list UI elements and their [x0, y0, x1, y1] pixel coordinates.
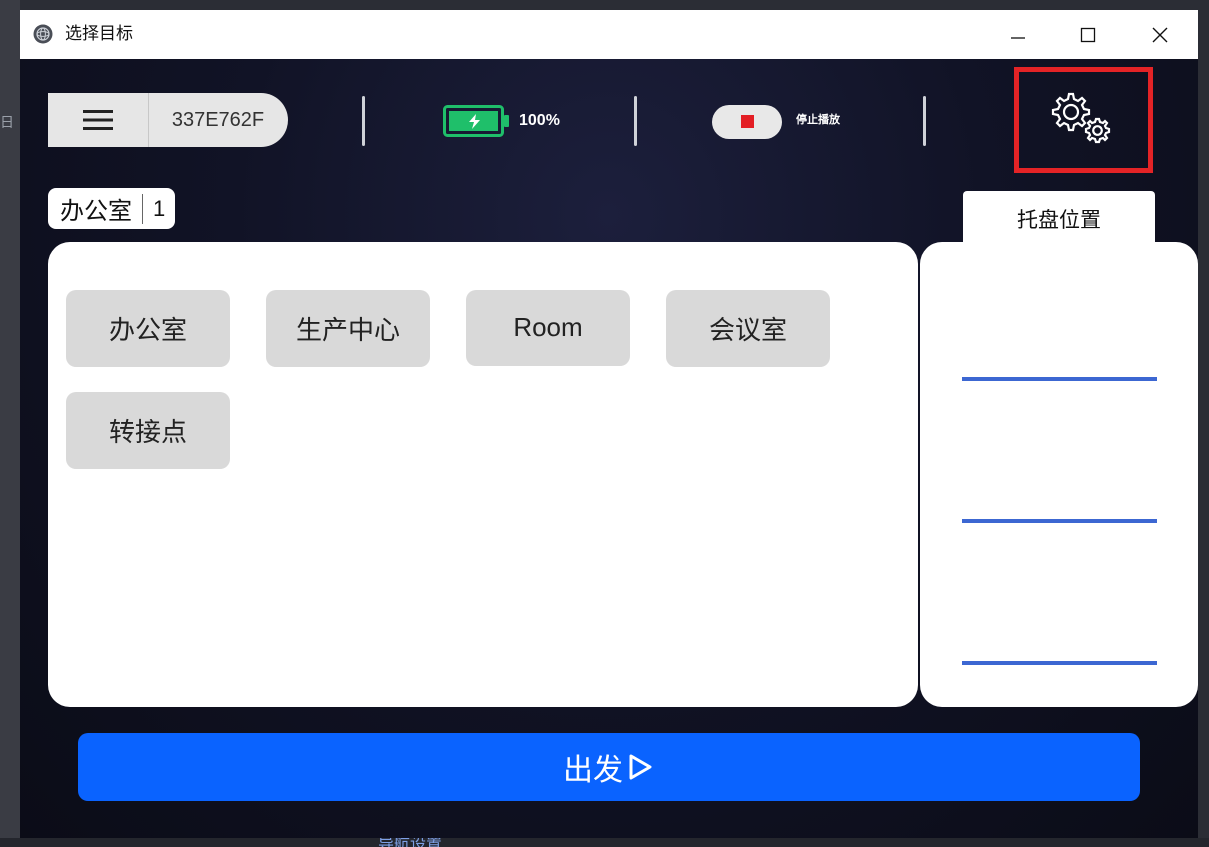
settings-button[interactable] [1014, 67, 1153, 173]
minimize-button[interactable] [986, 10, 1050, 59]
tray-slot-line[interactable] [962, 377, 1157, 381]
divider [634, 96, 637, 146]
target-button-transfer-point[interactable]: 转接点 [66, 392, 230, 469]
menu-button[interactable] [48, 93, 149, 147]
background-app-strip [0, 838, 1209, 847]
current-area-number: 1 [153, 195, 166, 221]
window-title: 选择目标 [65, 24, 133, 44]
tray-slot-line[interactable] [962, 519, 1157, 523]
tray-slot-line[interactable] [962, 661, 1157, 665]
stop-playback-label: 停止播放 [796, 113, 840, 126]
maximize-icon [1080, 27, 1096, 42]
depart-label: 出发 [563, 753, 623, 788]
gears-icon [1051, 92, 1110, 144]
device-id: 337E762F [171, 109, 265, 131]
device-pill: 337E762F [48, 93, 288, 147]
close-button[interactable] [1128, 10, 1192, 59]
main-area: 337E762F 100% 停止播放 办公室 1 办公室 生产中心 Room 会… [20, 59, 1198, 838]
current-area-tag: 办公室 1 [48, 188, 176, 229]
minimize-icon [1011, 36, 1025, 39]
select-target-window: 选择目标 337E762F 100% 停止播放 办公室 1 办公室 生产中心 R… [20, 10, 1198, 838]
tray-position-panel [920, 242, 1198, 707]
stop-icon [741, 115, 754, 128]
maximize-button[interactable] [1056, 10, 1120, 59]
target-button-production-center[interactable]: 生产中心 [266, 290, 430, 367]
battery-percent: 100% [519, 112, 560, 129]
stop-playback-toggle[interactable] [712, 105, 782, 139]
current-area-name: 办公室 [60, 197, 132, 225]
app-icon [33, 24, 53, 44]
battery-icon [443, 105, 509, 137]
play-outline-icon [629, 754, 652, 780]
target-button-office[interactable]: 办公室 [66, 290, 230, 367]
depart-button[interactable]: 出发 [78, 733, 1140, 801]
target-list-panel: 办公室 生产中心 Room 会议室 转接点 [48, 242, 918, 707]
tag-divider [142, 193, 143, 224]
target-button-meeting-room[interactable]: 会议室 [666, 290, 830, 367]
divider [923, 96, 926, 146]
background-glyph: 日 [0, 115, 14, 131]
background-app-edge: 日 [0, 0, 20, 847]
tray-position-tab[interactable]: 托盘位置 [963, 191, 1155, 247]
divider [362, 96, 365, 146]
hamburger-icon [83, 110, 113, 130]
title-bar: 选择目标 [20, 10, 1198, 59]
target-button-room[interactable]: Room [466, 290, 630, 366]
close-icon [1152, 27, 1168, 42]
